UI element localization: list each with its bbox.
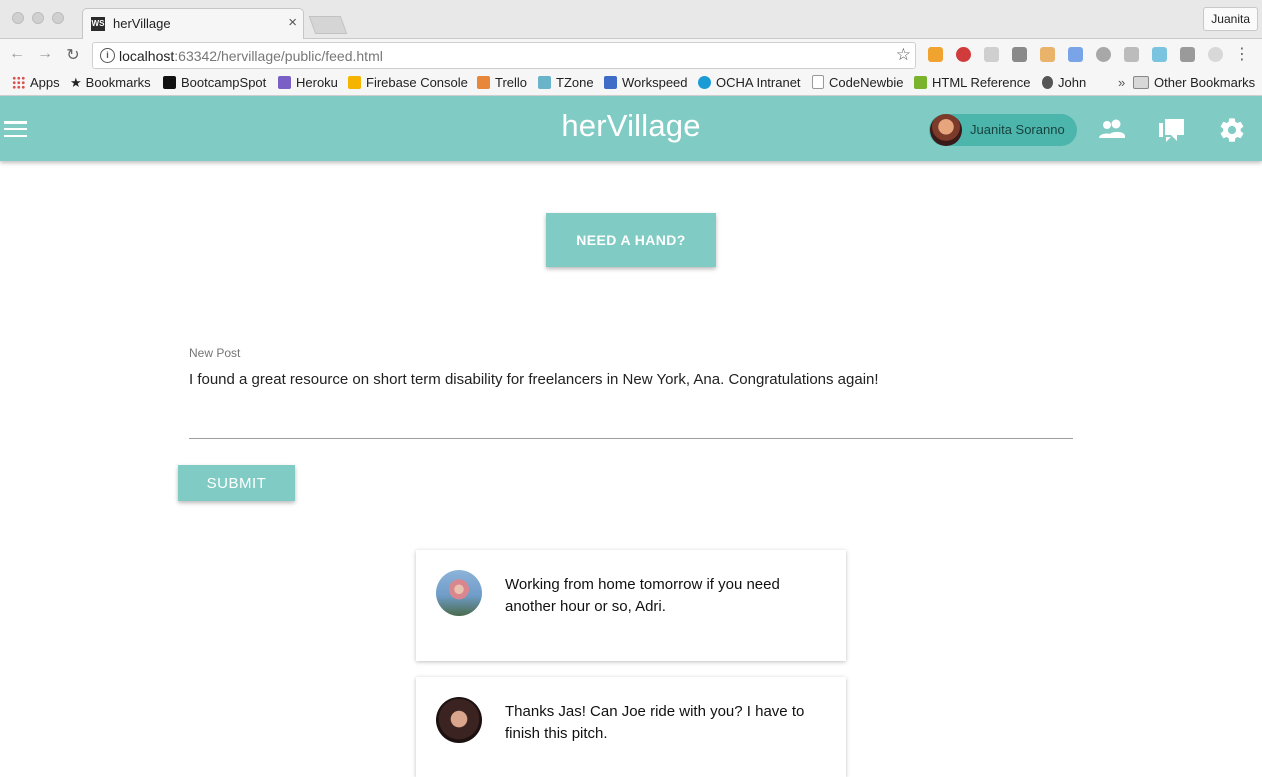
heroku-icon <box>278 76 291 89</box>
app-header: herVillage Juanita Soranno <box>0 96 1262 161</box>
pinterest-extension-icon[interactable] <box>956 47 971 62</box>
pocket-extension-icon[interactable] <box>1012 47 1027 62</box>
apps-grid-icon <box>12 76 25 89</box>
avatar <box>930 114 962 146</box>
need-a-hand-button[interactable]: NEED A HAND? <box>546 213 716 267</box>
settings-gear-icon[interactable] <box>1218 116 1246 144</box>
evernote-extension-icon[interactable] <box>1180 47 1195 62</box>
tab-close-icon[interactable]: × <box>288 14 297 31</box>
bookmark-heroku[interactable]: Heroku <box>278 75 338 90</box>
bookmarks-overflow-icon[interactable]: » <box>1118 75 1125 90</box>
bookmark-extension-icon[interactable] <box>1040 47 1055 62</box>
bookmark-bootcampspot[interactable]: BootcampSpot <box>163 75 266 90</box>
user-name: Juanita Soranno <box>970 122 1065 137</box>
bookmark-star-icon[interactable]: ☆ <box>896 45 911 65</box>
firebase-icon <box>348 76 361 89</box>
arrows-extension-icon[interactable] <box>1152 47 1167 62</box>
window-minimize-button[interactable] <box>32 12 44 24</box>
forward-arrow-icon[interactable]: → <box>36 45 54 63</box>
bookmark-bookmarks[interactable]: ★ Bookmarks <box>70 75 151 91</box>
folder-icon <box>1133 76 1149 89</box>
back-arrow-icon[interactable]: ← <box>8 45 26 63</box>
page-icon <box>812 75 824 89</box>
bookmark-workspeed[interactable]: Workspeed <box>604 75 688 90</box>
submit-button[interactable]: SUBMIT <box>178 465 295 501</box>
ocha-icon <box>698 76 711 89</box>
eyedropper-extension-icon[interactable] <box>1068 47 1083 62</box>
html-ref-icon <box>914 76 927 89</box>
extension-icon[interactable] <box>1208 47 1223 62</box>
avatar <box>436 570 482 616</box>
browser-tab-strip: WS herVillage × Juanita <box>0 0 1262 39</box>
bookmark-trello[interactable]: Trello <box>477 75 527 90</box>
address-bar[interactable]: i localhost:63342/hervillage/public/feed… <box>92 42 916 69</box>
bookmark-html-reference[interactable]: HTML Reference <box>914 75 1031 90</box>
reload-icon[interactable]: ↻ <box>64 45 82 65</box>
feed-post-card: Thanks Jas! Can Joe ride with you? I hav… <box>416 677 846 777</box>
people-icon[interactable] <box>1098 117 1126 141</box>
bookmark-codenewbie[interactable]: CodeNewbie <box>812 75 903 90</box>
bookmark-ocha-intranet[interactable]: OCHA Intranet <box>698 75 801 90</box>
feed-post-text: Thanks Jas! Can Joe ride with you? I hav… <box>505 703 805 742</box>
tab-title: herVillage <box>113 16 171 31</box>
bookmark-other-bookmarks[interactable]: Other Bookmarks <box>1133 75 1255 90</box>
bookmark-apps[interactable]: Apps <box>12 75 60 90</box>
globe-extension-icon[interactable] <box>1096 47 1111 62</box>
profile-button[interactable]: Juanita <box>1203 7 1258 31</box>
webstorm-favicon-icon: WS <box>91 17 105 31</box>
screenshot-extension-icon[interactable] <box>1124 47 1139 62</box>
browser-menu-icon[interactable]: ⋮ <box>1234 44 1250 64</box>
bookmark-firebase-console[interactable]: Firebase Console <box>348 75 468 90</box>
browser-tab[interactable]: WS herVillage × <box>82 8 304 39</box>
new-post-field[interactable]: I found a great resource on short term d… <box>189 370 1073 439</box>
site-info-icon[interactable]: i <box>100 48 115 63</box>
bookmark-john[interactable]: John <box>1042 75 1086 90</box>
feed-post-text: Working from home tomorrow if you need a… <box>505 576 780 615</box>
feed-post-card: Working from home tomorrow if you need a… <box>416 550 846 661</box>
browser-toolbar: ← → ↻ i localhost:63342/hervillage/publi… <box>0 39 1262 71</box>
trello-icon <box>477 76 490 89</box>
bootcampspot-icon <box>163 76 176 89</box>
chat-icon[interactable] <box>1158 117 1186 143</box>
amazon-extension-icon[interactable] <box>928 47 943 62</box>
avatar <box>436 697 482 743</box>
url-text: localhost:63342/hervillage/public/feed.h… <box>119 48 383 64</box>
star-icon: ★ <box>70 75 82 90</box>
bookmark-tzone[interactable]: TZone <box>538 75 594 90</box>
slack-icon <box>538 76 551 89</box>
bookmarks-bar: Apps ★ Bookmarks BootcampSpot Heroku Fire… <box>0 71 1262 96</box>
user-chip[interactable]: Juanita Soranno <box>929 114 1077 146</box>
drive-extension-icon[interactable] <box>984 47 999 62</box>
apple-icon <box>1042 76 1053 89</box>
window-zoom-button[interactable] <box>52 12 64 24</box>
window-close-button[interactable] <box>12 12 24 24</box>
workspeed-icon <box>604 76 617 89</box>
new-post-label: New Post <box>189 346 241 360</box>
new-tab-button[interactable] <box>308 16 348 34</box>
